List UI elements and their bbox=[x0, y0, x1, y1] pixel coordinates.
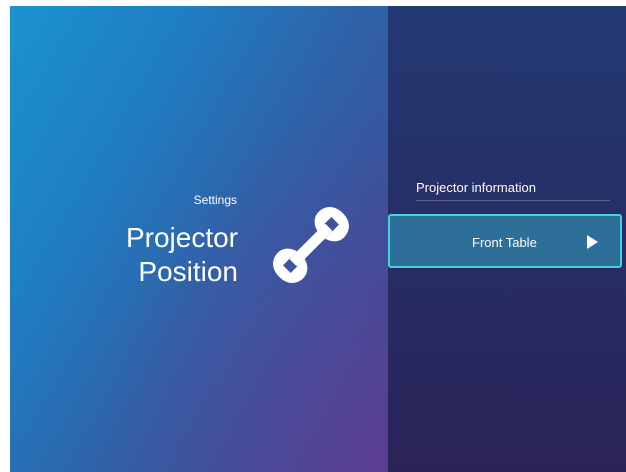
play-arrow-icon bbox=[587, 235, 598, 249]
projector-screen: Settings Projector Position Projector in… bbox=[10, 6, 626, 472]
option-value: Front Table bbox=[472, 235, 537, 250]
page-title-line2: Position bbox=[138, 256, 238, 287]
page-title: Projector Position bbox=[126, 221, 238, 289]
page-title-line1: Projector bbox=[125, 222, 238, 253]
left-panel: Settings Projector Position bbox=[10, 6, 388, 472]
projector-information-link[interactable]: Projector information bbox=[416, 180, 536, 195]
wrench-icon bbox=[273, 207, 349, 283]
section-label: Settings bbox=[193, 193, 237, 207]
divider bbox=[416, 200, 610, 201]
right-panel: Projector information Front Table bbox=[388, 6, 626, 472]
projector-position-option[interactable]: Front Table bbox=[388, 214, 622, 268]
